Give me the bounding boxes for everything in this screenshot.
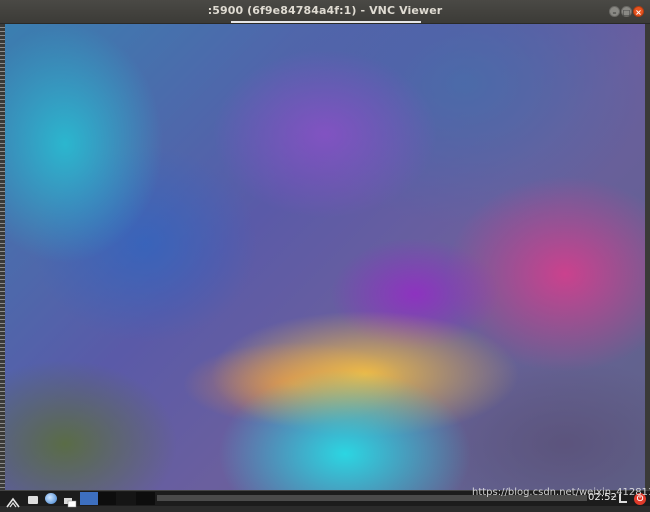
launcher-icon[interactable] <box>6 493 20 508</box>
show-desktop-icon[interactable] <box>63 493 77 508</box>
close-button[interactable]: × <box>633 6 644 17</box>
remote-desktop-wallpaper[interactable] <box>5 24 645 490</box>
file-manager-icon[interactable] <box>28 496 38 504</box>
web-browser-icon[interactable] <box>45 493 57 504</box>
launcher-icon-glyph <box>6 497 20 508</box>
watermark-text: https://blog.csdn.net/weixin_4128115 <box>472 487 650 498</box>
window-right-border <box>645 24 650 490</box>
workspace-switcher[interactable] <box>80 492 155 505</box>
windows-icon-glyph <box>64 498 77 508</box>
vnc-viewer-window: :5900 (6f9e84784a4f:1) - VNC Viewer – □ … <box>0 0 650 508</box>
maximize-button[interactable]: □ <box>621 6 632 17</box>
minimize-button[interactable]: – <box>609 6 620 17</box>
window-title: :5900 (6f9e84784a4f:1) - VNC Viewer <box>207 4 443 17</box>
title-underline <box>231 21 421 23</box>
window-titlebar[interactable]: :5900 (6f9e84784a4f:1) - VNC Viewer – □ … <box>0 0 650 24</box>
